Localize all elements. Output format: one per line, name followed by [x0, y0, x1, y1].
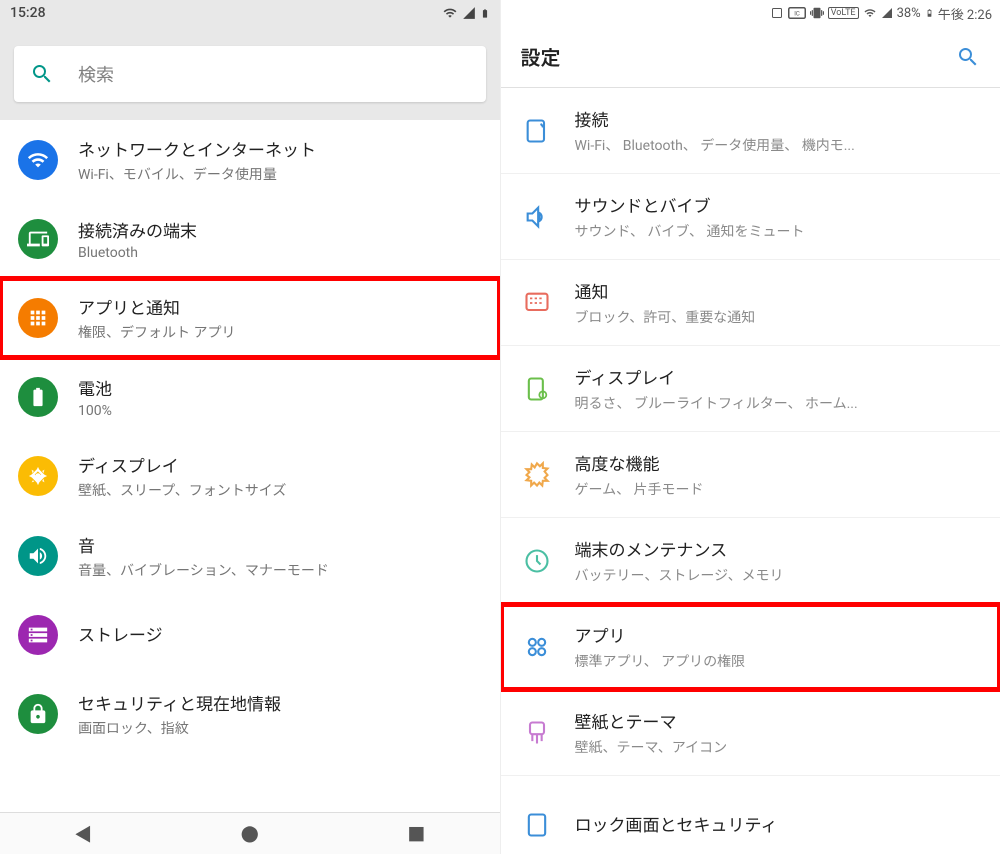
storage-icon	[18, 615, 58, 655]
search-icon	[30, 62, 54, 86]
security-icon	[18, 694, 58, 734]
search-placeholder: 検索	[78, 61, 114, 87]
search-area: 検索	[0, 26, 500, 120]
nav-recent-icon[interactable]: ■	[407, 821, 425, 847]
item-title: 電池	[78, 375, 482, 400]
item-sub: 標準アプリ、 アプリの権限	[575, 651, 981, 671]
item-title: アプリ	[575, 622, 981, 647]
devices-icon	[18, 219, 58, 259]
item-sub: Bluetooth	[78, 245, 482, 261]
wallpaper-icon	[521, 717, 553, 749]
nav-back-icon[interactable]: ◀	[74, 821, 92, 847]
item-title: 高度な機能	[575, 450, 981, 475]
settings-item-connections[interactable]: 接続 Wi-Fi、 Bluetooth、 データ使用量、 機内モ...	[501, 88, 1000, 174]
notification-icon	[521, 287, 553, 319]
settings-list: 接続 Wi-Fi、 Bluetooth、 データ使用量、 機内モ... サウンド…	[501, 88, 1000, 854]
item-sub: バッテリー、ストレージ、メモリ	[575, 565, 981, 585]
settings-item-connected[interactable]: 接続済みの端末 Bluetooth	[0, 200, 500, 278]
item-sub: 明るさ、 ブルーライトフィルター、 ホーム...	[575, 393, 981, 413]
status-bar: IC VoLTE 38% 午後 2:26	[501, 0, 1000, 26]
item-title: ディスプレイ	[575, 364, 981, 389]
item-sub: 壁紙、スリープ、フォントサイズ	[78, 480, 482, 500]
phone-samsung: IC VoLTE 38% 午後 2:26 設定 接続 Wi-Fi、 Blueto…	[501, 0, 1000, 854]
item-title: 接続	[575, 106, 981, 131]
item-sub: 100%	[78, 403, 482, 419]
ic-status-icon: IC	[788, 7, 806, 19]
wifi-status-icon	[442, 6, 458, 20]
item-sub: ブロック、許可、重要な通知	[575, 307, 981, 327]
lock-icon	[521, 809, 553, 841]
sound-icon	[18, 536, 58, 576]
apps-icon	[521, 631, 553, 663]
item-sub: 壁紙、テーマ、アイコン	[575, 737, 981, 757]
battery-percent: 38%	[897, 6, 921, 21]
volte-status-icon: VoLTE	[828, 7, 859, 19]
settings-item-sound[interactable]: 音 音量、バイブレーション、マナーモード	[0, 516, 500, 596]
settings-item-display[interactable]: ディスプレイ 壁紙、スリープ、フォントサイズ	[0, 436, 500, 516]
settings-item-notification[interactable]: 通知 ブロック、許可、重要な通知	[501, 260, 1000, 346]
item-sub: Wi-Fi、モバイル、データ使用量	[78, 164, 482, 184]
item-sub: 権限、デフォルト アプリ	[78, 322, 482, 342]
display-icon	[521, 373, 553, 405]
apps-icon	[18, 298, 58, 338]
search-icon[interactable]	[956, 45, 980, 69]
settings-list: ネットワークとインターネット Wi-Fi、モバイル、データ使用量 接続済みの端末…	[0, 120, 500, 812]
settings-item-sound[interactable]: サウンドとバイブ サウンド、 バイブ、 通知をミュート	[501, 174, 1000, 260]
brightness-icon	[18, 456, 58, 496]
item-sub: 音量、バイブレーション、マナーモード	[78, 560, 482, 580]
wifi-status-icon	[863, 7, 877, 19]
header: 設定	[501, 26, 1000, 88]
search-box[interactable]: 検索	[14, 46, 486, 102]
item-title: ロック画面とセキュリティ	[575, 811, 981, 836]
nav-bar: ◀ ● ■	[0, 812, 500, 854]
settings-item-display[interactable]: ディスプレイ 明るさ、 ブルーライトフィルター、 ホーム...	[501, 346, 1000, 432]
status-icons	[442, 6, 490, 21]
item-title: 通知	[575, 278, 981, 303]
vibrate-status-icon	[810, 6, 824, 20]
maintenance-icon	[521, 545, 553, 577]
nfc-status-icon	[770, 7, 784, 19]
item-sub: ゲーム、 片手モード	[575, 479, 981, 499]
item-title: ストレージ	[78, 621, 482, 646]
item-title: ディスプレイ	[78, 452, 482, 477]
settings-item-advanced[interactable]: 高度な機能 ゲーム、 片手モード	[501, 432, 1000, 518]
battery-status-icon	[480, 6, 490, 21]
settings-item-lock[interactable]: ロック画面とセキュリティ	[501, 776, 1000, 854]
item-sub: 画面ロック、指紋	[78, 718, 482, 738]
settings-item-network[interactable]: ネットワークとインターネット Wi-Fi、モバイル、データ使用量	[0, 120, 500, 200]
settings-item-storage[interactable]: ストレージ	[0, 596, 500, 674]
status-time: 午後 2:26	[938, 4, 992, 23]
battery-icon	[18, 377, 58, 417]
item-title: 壁紙とテーマ	[575, 708, 981, 733]
settings-item-maintenance[interactable]: 端末のメンテナンス バッテリー、ストレージ、メモリ	[501, 518, 1000, 604]
advanced-icon	[521, 459, 553, 491]
settings-item-apps[interactable]: アプリ 標準アプリ、 アプリの権限	[501, 604, 1000, 690]
signal-status-icon	[881, 7, 893, 19]
status-time: 15:28	[10, 5, 442, 21]
item-sub: サウンド、 バイブ、 通知をミュート	[575, 221, 981, 241]
settings-item-battery[interactable]: 電池 100%	[0, 358, 500, 436]
item-title: セキュリティと現在地情報	[78, 690, 482, 715]
header-title: 設定	[521, 42, 957, 71]
settings-item-security[interactable]: セキュリティと現在地情報 画面ロック、指紋	[0, 674, 500, 754]
signal-status-icon	[462, 6, 476, 20]
item-title: サウンドとバイブ	[575, 192, 981, 217]
item-sub: Wi-Fi、 Bluetooth、 データ使用量、 機内モ...	[575, 135, 981, 155]
sound-icon	[521, 201, 553, 233]
item-title: 端末のメンテナンス	[575, 536, 981, 561]
battery-status-icon	[925, 6, 934, 20]
item-title: 音	[78, 532, 482, 557]
settings-item-apps[interactable]: アプリと通知 権限、デフォルト アプリ	[0, 278, 500, 358]
item-title: ネットワークとインターネット	[78, 136, 482, 161]
item-title: アプリと通知	[78, 294, 482, 319]
settings-item-wallpaper[interactable]: 壁紙とテーマ 壁紙、テーマ、アイコン	[501, 690, 1000, 776]
item-title: 接続済みの端末	[78, 217, 482, 242]
nav-home-icon[interactable]: ●	[241, 821, 259, 847]
phone-stock-android: 15:28 検索 ネットワークとインターネット Wi-Fi、モバイル、データ使用…	[0, 0, 501, 854]
connections-icon	[521, 115, 553, 147]
svg-text:IC: IC	[794, 10, 800, 17]
wifi-icon	[18, 140, 58, 180]
status-bar: 15:28	[0, 0, 500, 26]
